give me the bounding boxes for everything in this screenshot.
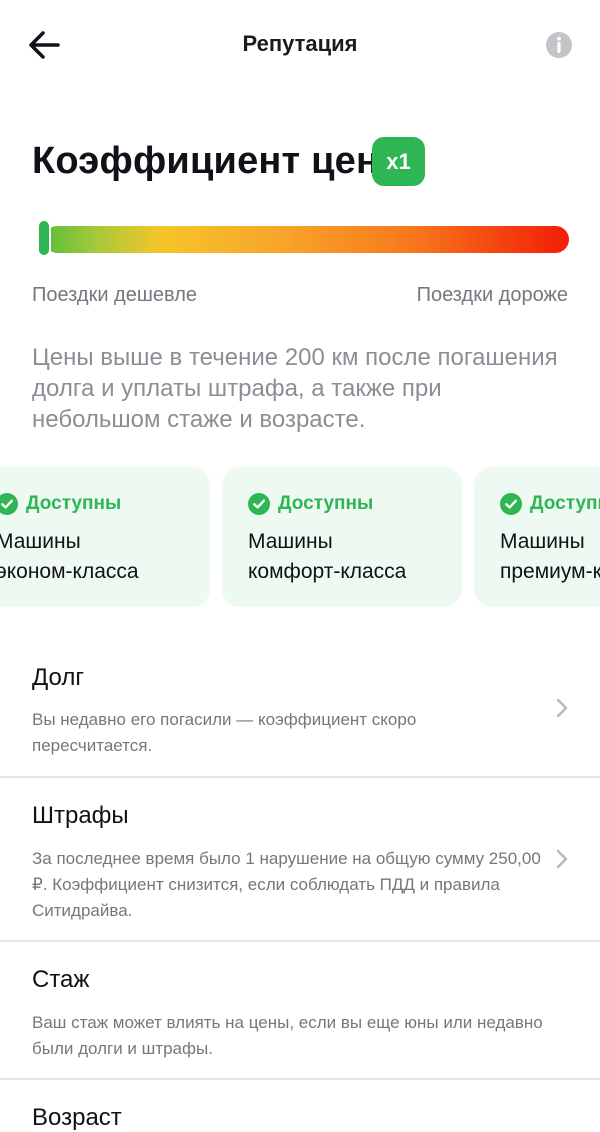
page-title: Репутация [242, 31, 358, 56]
factor-row-fines[interactable]: Штрафы За последнее время было 1 нарушен… [0, 778, 600, 940]
factor-description: Вы недавно его погасили — коэффициент ск… [32, 710, 417, 755]
card-name-line: Машины [0, 530, 81, 553]
card-name-line: комфорт-класса [248, 560, 407, 583]
card-status-label: Доступны [26, 493, 122, 514]
factor-row-experience[interactable]: Стаж Ваш стаж может влиять на цены, если… [0, 942, 600, 1078]
card-name-line: Машины [500, 530, 585, 553]
coefficient-title: Коэффициент цен [32, 140, 380, 182]
factor-title: Стаж [32, 966, 90, 993]
card-premium[interactable]: Доступны Машины премиум-класса [474, 467, 600, 607]
card-name: Машины комфорт-класса [248, 527, 468, 587]
info-button[interactable] [544, 30, 574, 60]
coefficient-badge: x1 [372, 137, 425, 186]
scale-label-cheaper: Поездки дешевле [32, 284, 197, 306]
card-name-line: Машины [248, 530, 333, 553]
card-status-label: Доступны [530, 493, 600, 514]
card-name-line: премиум-класса [500, 560, 600, 583]
factor-row-age[interactable]: Возраст [0, 1080, 600, 1132]
card-economy[interactable]: Доступны Машины эконом-класса [0, 467, 210, 607]
scale-label-pricier: Поездки дороже [416, 284, 568, 306]
check-circle-icon [0, 493, 18, 515]
card-status: Доступны [248, 493, 373, 515]
check-circle-icon [248, 493, 270, 515]
card-comfort[interactable]: Доступны Машины комфорт-класса [222, 467, 462, 607]
info-icon [546, 32, 572, 58]
factor-title: Штрафы [32, 802, 129, 829]
factor-title: Возраст [32, 1104, 122, 1131]
car-class-carousel[interactable]: Доступны Машины эконом-класса Доступны М… [0, 467, 600, 607]
top-bar: Репутация [0, 0, 600, 90]
factor-row-debt[interactable]: Долг Вы недавно его погасили — коэффицие… [0, 640, 600, 776]
price-scale-bar [44, 226, 569, 253]
factor-description: За последнее время было 1 нарушение на о… [32, 849, 541, 920]
card-status: Доступны [0, 493, 121, 515]
chevron-right-icon [556, 698, 568, 718]
chevron-right-icon [556, 849, 568, 869]
card-name: Машины эконом-класса [0, 527, 216, 587]
factor-description: Ваш стаж может влиять на цены, если вы е… [32, 1013, 543, 1058]
check-circle-icon [500, 493, 522, 515]
card-status-label: Доступны [278, 493, 374, 514]
price-scale-marker [37, 219, 51, 257]
card-name-line: эконом-класса [0, 560, 139, 583]
card-name: Машины премиум-класса [500, 527, 600, 587]
card-status: Доступны [500, 493, 600, 515]
factor-title: Долг [32, 664, 85, 691]
coefficient-description: Цены выше в течение 200 км после погашен… [32, 344, 558, 433]
